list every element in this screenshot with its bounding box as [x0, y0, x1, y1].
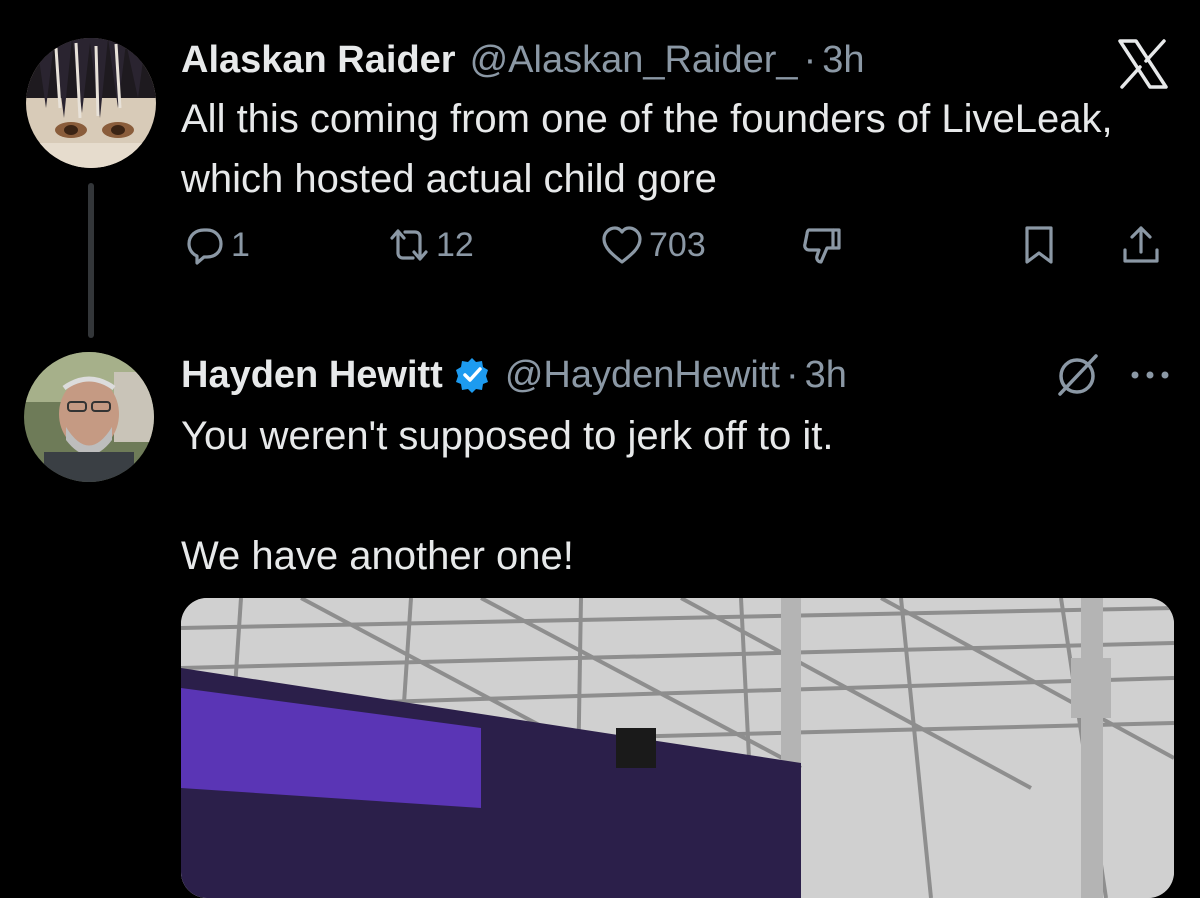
bookmark-button[interactable] [1016, 222, 1062, 268]
thread-connector [88, 183, 94, 338]
heart-icon [602, 226, 642, 264]
tweet-actions: 1 12 703 [181, 222, 1200, 278]
avatar-hayden-hewitt[interactable] [24, 352, 154, 482]
reply-count: 1 [231, 225, 250, 264]
x-logo-icon [1118, 39, 1168, 89]
share-button[interactable] [1118, 222, 1164, 268]
tweet-text: All this coming from one of the founders… [181, 97, 1124, 201]
reply-button[interactable]: 1 [181, 222, 250, 268]
bookmark-icon [1025, 226, 1053, 264]
retweet-count: 12 [436, 225, 474, 264]
tweet-text: You weren't supposed to jerk off to it. … [181, 414, 834, 578]
reply-icon [187, 228, 223, 265]
verified-badge-icon [455, 358, 488, 393]
share-icon [1123, 226, 1159, 263]
author-name[interactable]: Hayden Hewitt [181, 354, 443, 397]
retweet-button[interactable]: 12 [386, 222, 474, 268]
like-count: 703 [649, 225, 706, 264]
avatar-alaskan-raider[interactable] [26, 38, 156, 168]
tweet-header: Hayden Hewitt @HaydenHewitt · 3h [181, 349, 847, 401]
tweet-timestamp[interactable]: 3h [822, 39, 864, 82]
tweet-timestamp[interactable]: 3h [805, 354, 847, 397]
separator-dot: · [785, 353, 799, 396]
tweet-hayden-hewitt[interactable]: Hayden Hewitt @HaydenHewitt · 3h You wer… [0, 335, 1200, 898]
retweet-icon [390, 229, 428, 261]
author-handle[interactable]: @Alaskan_Raider_ [470, 39, 798, 82]
tweet-alaskan-raider[interactable]: Alaskan Raider @Alaskan_Raider_ · 3h All… [0, 0, 1200, 338]
tweet-header: Alaskan Raider @Alaskan_Raider_ · 3h [181, 34, 865, 86]
author-handle[interactable]: @HaydenHewitt [505, 354, 780, 397]
more-icon[interactable] [1128, 365, 1172, 385]
dislike-button[interactable] [799, 222, 845, 268]
attached-media-image[interactable] [181, 598, 1174, 898]
author-name[interactable]: Alaskan Raider [181, 39, 456, 82]
like-button[interactable]: 703 [599, 222, 706, 268]
dislike-icon [803, 228, 841, 264]
separator-dot: · [803, 38, 817, 81]
grok-icon[interactable] [1052, 350, 1102, 398]
